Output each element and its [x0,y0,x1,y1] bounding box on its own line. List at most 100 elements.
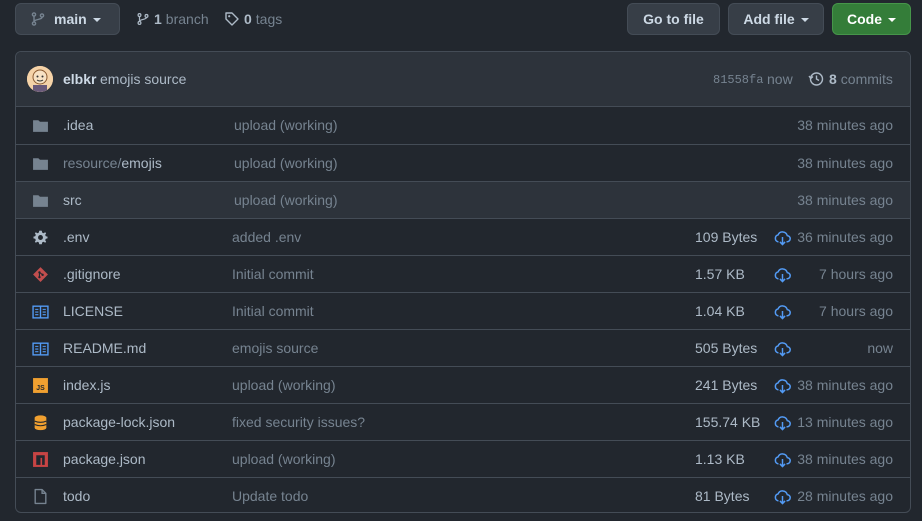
latest-commit-bar: elbkr emojis source 81558fa now 8 commit… [16,52,910,107]
branch-name: main [54,11,87,27]
commit-count-label: commits [840,71,893,87]
file-name-link[interactable]: package.json [63,451,146,467]
code-button[interactable]: Code [832,3,911,35]
cloud-download-icon[interactable] [774,414,791,431]
file-name-link[interactable]: package-lock.json [63,414,175,430]
file-size: 109 Bytes [695,229,758,245]
cloud-download-icon[interactable] [774,488,791,505]
file-commit-message[interactable]: upload (working) [234,155,338,171]
add-file-button[interactable]: Add file [728,3,824,35]
file-icon [32,488,49,505]
file-row[interactable]: .env added .env 109 Bytes 36 minutes ago [16,218,910,255]
file-time: 38 minutes ago [797,117,893,133]
file-row[interactable]: .gitignore Initial commit 1.57 KB 7 hours a… [16,255,910,292]
chevron-down-icon [800,18,809,22]
file-time: 13 minutes ago [797,414,893,430]
add-file-label: Add file [743,11,795,27]
repo-toolbar: main 1 branch 0 tags Go to file Add file… [0,0,922,40]
branches-link[interactable]: 1 branch [136,10,209,28]
file-row[interactable]: LICENSE Initial commit 1.04 KB 7 hours ago [16,292,910,329]
commit-author[interactable]: elbkr [63,71,96,87]
file-name: emojis [121,155,162,171]
file-row[interactable]: JS index.js upload (working) 241 Bytes 38 mi… [16,366,910,403]
file-time: 7 hours ago [819,266,893,282]
avatar[interactable] [27,66,53,92]
commit-sha[interactable]: 81558fa [713,73,763,87]
file-name: package.json [63,451,146,467]
file-name-link[interactable]: .env [63,229,89,245]
file-name: LICENSE [63,303,123,319]
file-time: 38 minutes ago [797,451,893,467]
file-name: .env [63,229,90,245]
file-name: src [63,192,82,208]
file-time: now [867,340,893,356]
commit-message[interactable]: emojis source [100,71,186,87]
file-commit-message[interactable]: upload (working) [234,192,338,208]
file-name: .idea [63,117,94,133]
file-commit-message[interactable]: Initial commit [232,266,314,282]
folder-icon [32,155,49,172]
branch-select-button[interactable]: main [15,3,120,35]
folder-icon [32,117,49,134]
branch-count-label: branch [165,11,209,27]
file-size: 81 Bytes [695,488,750,504]
tags-link[interactable]: 0 tags [224,10,282,28]
file-size: 1.57 KB [695,266,745,282]
file-time: 36 minutes ago [797,229,893,245]
file-commit-message[interactable]: fixed security issues? [232,414,365,430]
cloud-download-icon[interactable] [774,377,791,394]
file-name-link[interactable]: src [63,192,82,208]
commit-time: now [767,71,793,87]
file-row[interactable]: todo Update todo 81 Bytes 28 minutes ago [16,477,910,512]
file-commit-message[interactable]: upload (working) [232,377,336,393]
file-name-link[interactable]: README.md [63,340,146,356]
file-name-link[interactable]: index.js [63,377,110,393]
database-icon [32,414,49,431]
file-name-link[interactable]: .idea [63,117,93,133]
file-row[interactable]: resource/emojis upload (working) 38 minute… [16,144,910,181]
file-name: README.md [63,340,147,356]
cloud-download-icon[interactable] [774,303,791,320]
avatar-icon [27,66,53,92]
file-size: 155.74 KB [695,414,761,430]
history-icon [808,72,824,86]
file-commit-message[interactable]: Initial commit [232,303,314,319]
file-row[interactable]: package-lock.json fixed security issues? 1… [16,403,910,440]
book-icon [32,340,49,357]
file-name-link[interactable]: resource/emojis [63,155,162,171]
file-time: 38 minutes ago [797,192,893,208]
commits-link[interactable]: 8 commits [808,71,893,87]
file-time: 38 minutes ago [797,155,893,171]
file-row[interactable]: package.json upload (working) 1.13 KB 38 mi… [16,440,910,477]
cloud-download-icon[interactable] [774,266,791,283]
file-commit-message[interactable]: added .env [232,229,301,245]
file-commit-message[interactable]: Update todo [232,488,308,504]
book-icon [32,303,49,320]
branch-count: 1 [154,11,162,27]
file-commit-message[interactable]: upload (working) [232,451,336,467]
git-icon [32,266,49,283]
file-row[interactable]: src upload (working) 38 minutes ago [16,181,910,218]
file-name-link[interactable]: .gitignore [63,266,121,282]
file-commit-message[interactable]: upload (working) [234,117,338,133]
file-size: 505 Bytes [695,340,758,356]
cloud-download-icon[interactable] [774,340,791,357]
go-to-file-button[interactable]: Go to file [627,3,720,35]
gear-icon [32,229,49,246]
tag-count-label: tags [255,11,283,27]
tag-icon [225,12,239,26]
cloud-download-icon[interactable] [774,229,791,246]
branch-icon [31,12,45,26]
file-name-link[interactable]: todo [63,488,90,504]
file-row[interactable]: .idea upload (working) 38 minutes ago [16,107,910,144]
file-name-link[interactable]: LICENSE [63,303,123,319]
file-name: todo [63,488,91,504]
file-time: 38 minutes ago [797,377,893,393]
cloud-download-icon[interactable] [774,451,791,468]
file-row[interactable]: README.md emojis source 505 Bytes now [16,329,910,366]
file-size: 241 Bytes [695,377,758,393]
file-commit-message[interactable]: emojis source [232,340,318,356]
chevron-down-icon [888,18,896,22]
file-name: package-lock.json [63,414,176,430]
svg-text:JS: JS [36,385,45,392]
